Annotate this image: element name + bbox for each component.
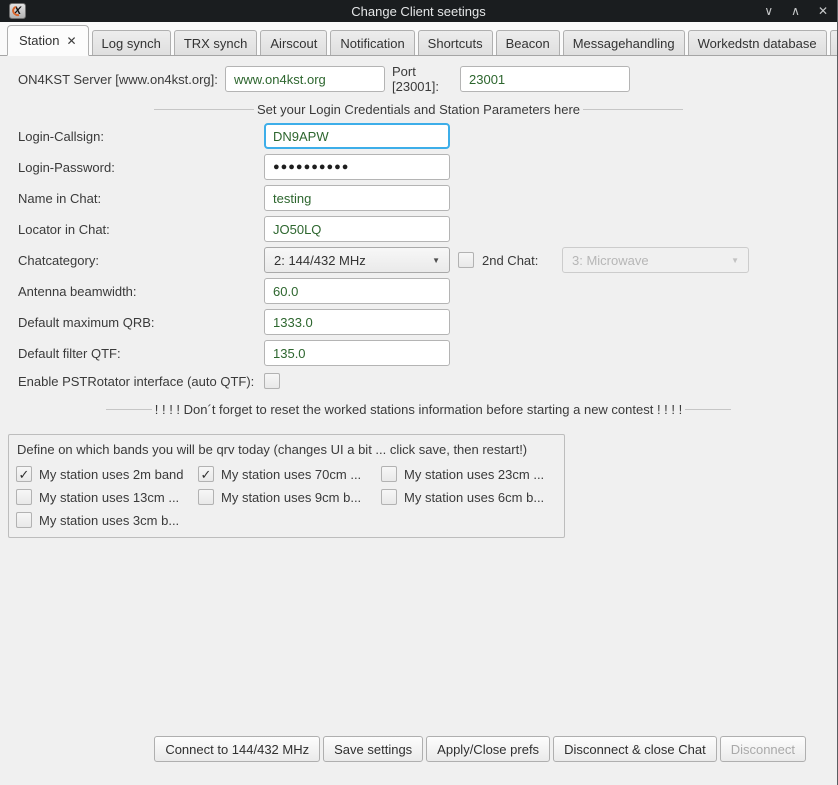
- tab-log-synch[interactable]: Log synch: [92, 30, 171, 55]
- tab-beacon[interactable]: Beacon: [496, 30, 560, 55]
- checkbox-icon: ✓: [16, 466, 32, 482]
- checkbox-icon: ✓: [16, 489, 32, 505]
- second-chat-dropdown: 3: Microwave ▼: [562, 247, 749, 273]
- filter-qtf-label: Default filter QTF:: [18, 346, 264, 361]
- tab-label: Log synch: [102, 36, 161, 51]
- locator-label: Locator in Chat:: [18, 222, 264, 237]
- bands-groupbox: Define on which bands you will be qrv to…: [8, 434, 565, 538]
- callsign-input[interactable]: [264, 123, 450, 149]
- band-23cm[interactable]: ✓ My station uses 23cm ...: [381, 466, 558, 482]
- chatcategory-dropdown[interactable]: 2: 144/432 MHz ▼: [264, 247, 450, 273]
- tab-station[interactable]: Station ✕: [7, 25, 89, 56]
- tab-label: Beacon: [506, 36, 550, 51]
- titlebar[interactable]: X Change Client seetings ∨ ∧ ✕: [0, 0, 837, 22]
- preferences-window: X Change Client seetings ∨ ∧ ✕ Station ✕…: [0, 0, 838, 785]
- chat-name-label: Name in Chat:: [18, 191, 264, 206]
- band-3cm[interactable]: ✓ My station uses 3cm b...: [16, 512, 198, 528]
- band-9cm[interactable]: ✓ My station uses 9cm b...: [198, 489, 381, 505]
- window-title: Change Client seetings: [0, 4, 837, 19]
- checkbox-icon: ✓: [381, 466, 397, 482]
- save-settings-button[interactable]: Save settings: [323, 736, 423, 762]
- max-qrb-label: Default maximum QRB:: [18, 315, 264, 330]
- shade-icon[interactable]: ∨: [764, 5, 773, 17]
- tab-label: Workedstn database: [698, 36, 817, 51]
- checkbox-icon: ✓: [198, 466, 214, 482]
- tab-label: Airscout: [270, 36, 317, 51]
- band-2m[interactable]: ✓ My station uses 2m band: [16, 466, 198, 482]
- apply-close-prefs-button[interactable]: Apply/Close prefs: [426, 736, 550, 762]
- second-chat-checkbox[interactable]: ✓: [458, 252, 474, 268]
- pstrotator-checkbox[interactable]: ✓: [264, 373, 280, 389]
- contest-warning-divider: ! ! ! ! Don´t forget to reset the worked…: [0, 400, 837, 418]
- filter-qtf-input[interactable]: [264, 340, 450, 366]
- beamwidth-input[interactable]: [264, 278, 450, 304]
- chat-name-input[interactable]: [264, 185, 450, 211]
- server-input[interactable]: [225, 66, 385, 92]
- password-label: Login-Password:: [18, 160, 264, 175]
- tab-label: Notification: [340, 36, 404, 51]
- callsign-label: Login-Callsign:: [18, 129, 264, 144]
- tab-label: TRX synch: [184, 36, 248, 51]
- checkbox-icon: ✓: [381, 489, 397, 505]
- tab-close-icon[interactable]: ✕: [66, 34, 76, 48]
- max-qrb-input[interactable]: [264, 309, 450, 335]
- tab-trx-synch[interactable]: TRX synch: [174, 30, 258, 55]
- tab-bar: Station ✕ Log synch TRX synch Airscout N…: [0, 22, 837, 56]
- station-tab-panel: ON4KST Server [www.on4kst.org]: Port [23…: [0, 56, 837, 785]
- disconnect-close-chat-button[interactable]: Disconnect & close Chat: [553, 736, 717, 762]
- beamwidth-label: Antenna beamwidth:: [18, 284, 264, 299]
- server-label: ON4KST Server [www.on4kst.org]:: [18, 72, 225, 87]
- password-input[interactable]: [264, 154, 450, 180]
- tab-messagehandling[interactable]: Messagehandling: [563, 30, 685, 55]
- credentials-divider: Set your Login Credentials and Station P…: [0, 100, 837, 118]
- tab-notification[interactable]: Notification: [330, 30, 414, 55]
- locator-input[interactable]: [264, 216, 450, 242]
- connect-button[interactable]: Connect to 144/432 MHz: [154, 736, 320, 762]
- band-13cm[interactable]: ✓ My station uses 13cm ...: [16, 489, 198, 505]
- tab-label: Messagehandling: [573, 36, 675, 51]
- port-input[interactable]: [460, 66, 630, 92]
- disconnect-button: Disconnect: [720, 736, 806, 762]
- tab-shortcuts[interactable]: Shortcuts: [418, 30, 493, 55]
- tab-workedstn-database[interactable]: Workedstn database: [688, 30, 827, 55]
- port-label: Port [23001]:: [392, 64, 460, 94]
- checkbox-icon: ✓: [198, 489, 214, 505]
- pstrotator-label: Enable PSTRotator interface (auto QTF):: [18, 374, 264, 389]
- tab-label: Station: [19, 33, 59, 48]
- bands-group-title: Define on which bands you will be qrv to…: [17, 442, 558, 457]
- second-chat-label: 2nd Chat:: [482, 253, 548, 268]
- band-6cm[interactable]: ✓ My station uses 6cm b...: [381, 489, 558, 505]
- maximize-icon[interactable]: ∧: [791, 5, 800, 17]
- checkbox-icon: ✓: [16, 512, 32, 528]
- tab-label: Shortcuts: [428, 36, 483, 51]
- chatcategory-label: Chatcategory:: [18, 253, 264, 268]
- tab-gui[interactable]: GUI: [830, 30, 838, 55]
- tab-airscout[interactable]: Airscout: [260, 30, 327, 55]
- close-icon[interactable]: ✕: [818, 5, 828, 17]
- band-70cm[interactable]: ✓ My station uses 70cm ...: [198, 466, 381, 482]
- app-icon: X: [9, 3, 26, 19]
- chevron-down-icon: ▼: [731, 256, 739, 265]
- chevron-down-icon: ▼: [432, 256, 440, 265]
- button-row: Connect to 144/432 MHz Save settings App…: [0, 736, 837, 785]
